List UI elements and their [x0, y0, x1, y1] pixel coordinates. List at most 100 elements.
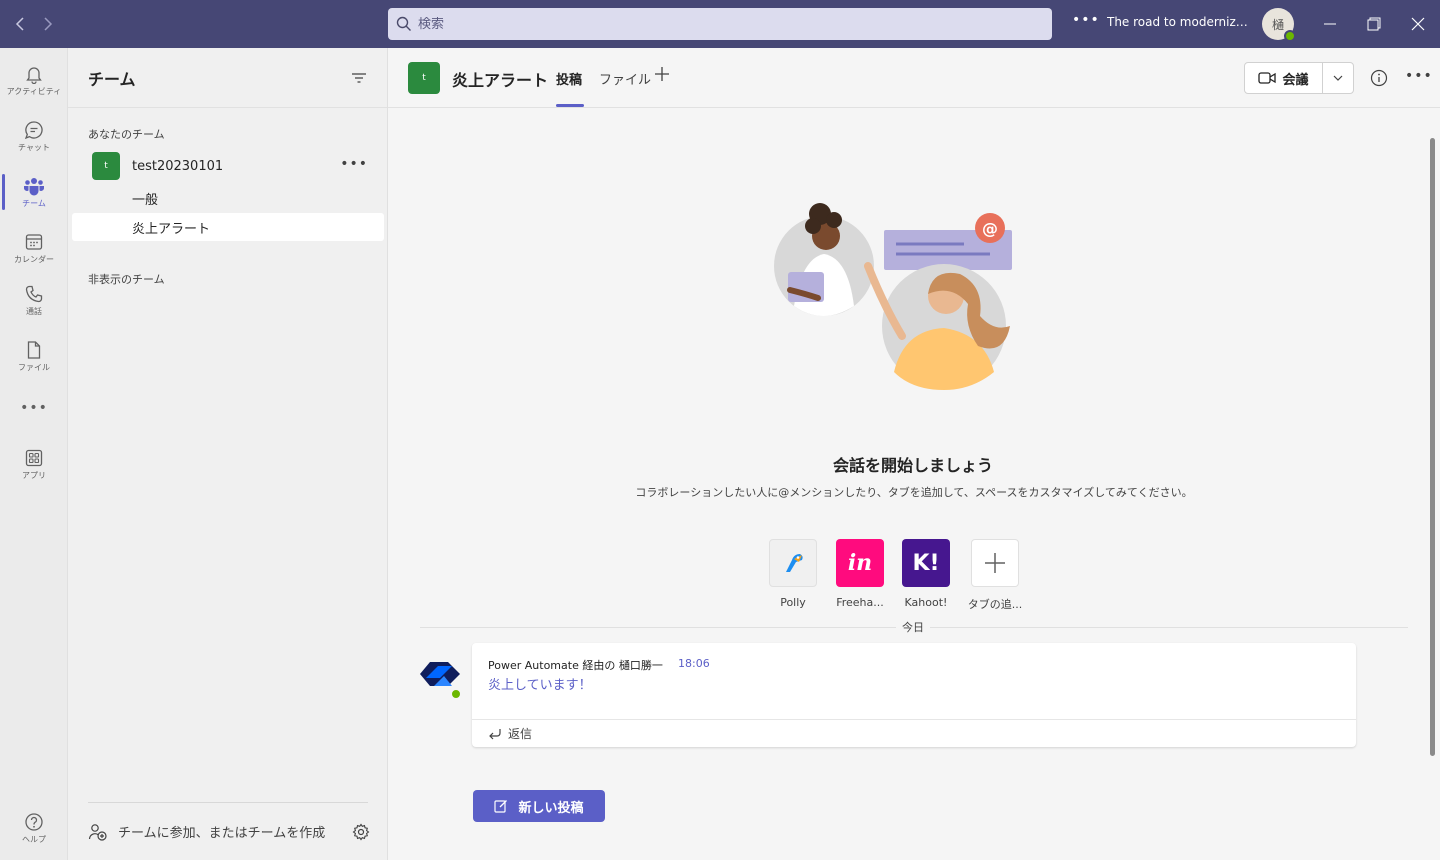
app-tile-kahoot[interactable]: K!: [902, 539, 950, 587]
rail-item-teams[interactable]: チーム: [0, 166, 68, 218]
plus-icon: [655, 67, 669, 81]
message-author: Power Automate 経由の 樋口勝一: [488, 659, 663, 672]
minimize-button[interactable]: [1308, 0, 1352, 48]
video-camera-icon: [1258, 72, 1277, 84]
svg-text:@: @: [982, 219, 998, 238]
search-icon: [396, 16, 411, 31]
rail-label: 通話: [26, 306, 42, 316]
rail-item-calendar[interactable]: カレンダー: [0, 222, 68, 274]
reply-icon: [489, 728, 501, 739]
rail-item-activity[interactable]: アクティビティ: [0, 54, 68, 106]
channel-info-button[interactable]: [1370, 69, 1388, 91]
join-create-team[interactable]: チームに参加、またはチームを作成: [88, 802, 370, 860]
forward-button[interactable]: [34, 0, 62, 48]
presence-available-icon: [450, 688, 462, 700]
app-tile-polly[interactable]: [769, 539, 817, 587]
channel-team-avatar: t: [408, 62, 440, 94]
app-rail: アクティビティ チャット チーム カレンダー 通話 ファイル ••• アプリ ヘ…: [0, 48, 68, 860]
search-input[interactable]: [418, 16, 1018, 32]
channel-item-general[interactable]: 一般: [72, 184, 384, 212]
welcome-subtitle: コラボレーションしたい人に@メンションしたり、タブを追加して、スペースをカスタマ…: [635, 486, 1193, 499]
your-teams-label: あなたのチーム: [88, 128, 165, 141]
polly-bird-icon: [786, 554, 803, 572]
team-avatar: t: [92, 152, 120, 180]
teams-panel: チーム あなたのチーム t test20230101 ••• 一般 炎上アラート…: [68, 48, 388, 860]
join-create-team-label: チームに参加、またはチームを作成: [118, 826, 326, 841]
app-label-add-tab[interactable]: タブの追...: [960, 596, 1030, 612]
avatar[interactable]: 樋: [1262, 8, 1296, 42]
channel-title: 炎上アラート: [452, 71, 549, 90]
teams-icon: [24, 177, 44, 195]
add-people-icon: [88, 823, 107, 841]
teams-panel-header: チーム: [68, 48, 387, 108]
reply-label: 返信: [508, 727, 533, 741]
date-label: 今日: [896, 619, 930, 635]
channel-view: t 炎上アラート 投稿 ファイル 会議 ••• @ 会話を開始しましょう コラボ…: [388, 48, 1440, 860]
chat-icon: [24, 120, 43, 139]
minimize-icon: [1324, 23, 1336, 25]
rail-label: チーム: [22, 198, 46, 208]
search-box[interactable]: [388, 8, 1052, 40]
restore-button[interactable]: [1352, 0, 1396, 48]
chevron-left-icon: [15, 17, 24, 31]
app-tile-add-tab[interactable]: [971, 539, 1019, 587]
add-tab-button[interactable]: [654, 66, 670, 87]
new-post-label: 新しい投稿: [518, 800, 584, 816]
bell-icon: [26, 66, 42, 84]
invision-logo-icon: in: [847, 550, 873, 576]
more-options-icon[interactable]: •••: [1072, 12, 1100, 28]
meet-label: 会議: [1282, 72, 1309, 88]
rail-item-calls[interactable]: 通話: [0, 274, 68, 326]
rail-label: アクティビティ: [6, 86, 62, 96]
welcome-title: 会話を開始しましょう: [832, 456, 993, 475]
avatar[interactable]: [418, 654, 462, 700]
info-icon: [1370, 69, 1388, 87]
tab-files[interactable]: ファイル: [599, 69, 651, 88]
settings-button[interactable]: [352, 823, 370, 845]
calendar-icon: [25, 233, 43, 250]
rail-item-files[interactable]: ファイル: [0, 330, 68, 382]
rail-item-chat[interactable]: チャット: [0, 110, 68, 162]
team-more-options-icon[interactable]: •••: [340, 156, 368, 172]
tab-active-indicator: [556, 104, 584, 107]
app-tile-freehand[interactable]: in: [836, 539, 884, 587]
message-timestamp: 18:06: [678, 657, 710, 670]
app-label-kahoot[interactable]: Kahoot!: [891, 596, 961, 609]
compose-icon: [494, 800, 508, 813]
message-card[interactable]: Power Automate 経由の 樋口勝一 18:06 炎上しています！ 返…: [472, 643, 1356, 747]
hidden-teams-label[interactable]: 非表示のチーム: [88, 271, 165, 287]
app-label-polly[interactable]: Polly: [758, 596, 828, 609]
rail-item-help[interactable]: ヘルプ: [0, 802, 68, 854]
filter-button[interactable]: [351, 70, 367, 89]
restore-icon: [1367, 17, 1381, 31]
rail-label: カレンダー: [14, 254, 54, 264]
team-name: test20230101: [132, 158, 224, 174]
chevron-down-icon: [1333, 75, 1343, 81]
close-button[interactable]: [1396, 0, 1440, 48]
new-post-button[interactable]: 新しい投稿: [473, 790, 605, 822]
message-body: 炎上しています！: [488, 678, 592, 693]
reply-button[interactable]: 返信: [472, 719, 1356, 747]
scrollbar[interactable]: [1430, 138, 1435, 756]
more-apps-icon[interactable]: •••: [0, 400, 68, 416]
kahoot-logo-icon: K!: [912, 550, 940, 576]
channel-item-alert[interactable]: 炎上アラート: [72, 213, 384, 241]
app-label-freehand[interactable]: Freeha...: [825, 596, 895, 609]
tab-posts[interactable]: 投稿: [556, 69, 582, 88]
meet-dropdown-button[interactable]: [1323, 75, 1353, 81]
chevron-right-icon: [44, 17, 53, 31]
channel-more-options-icon[interactable]: •••: [1405, 68, 1433, 84]
file-icon: [27, 340, 41, 359]
welcome-illustration: @: [774, 203, 1012, 390]
help-icon: [25, 812, 43, 831]
presence-available-icon: [1284, 30, 1296, 42]
back-button[interactable]: [6, 0, 34, 48]
rail-label: ヘルプ: [22, 834, 46, 844]
close-icon: [1411, 17, 1425, 31]
rail-item-apps[interactable]: アプリ: [0, 438, 68, 490]
panel-title: チーム: [88, 69, 136, 89]
org-name[interactable]: The road to modernizati...: [1107, 15, 1252, 29]
rail-label: アプリ: [22, 470, 46, 480]
meet-button[interactable]: 会議: [1245, 63, 1323, 93]
team-item[interactable]: t test20230101 •••: [72, 148, 384, 184]
